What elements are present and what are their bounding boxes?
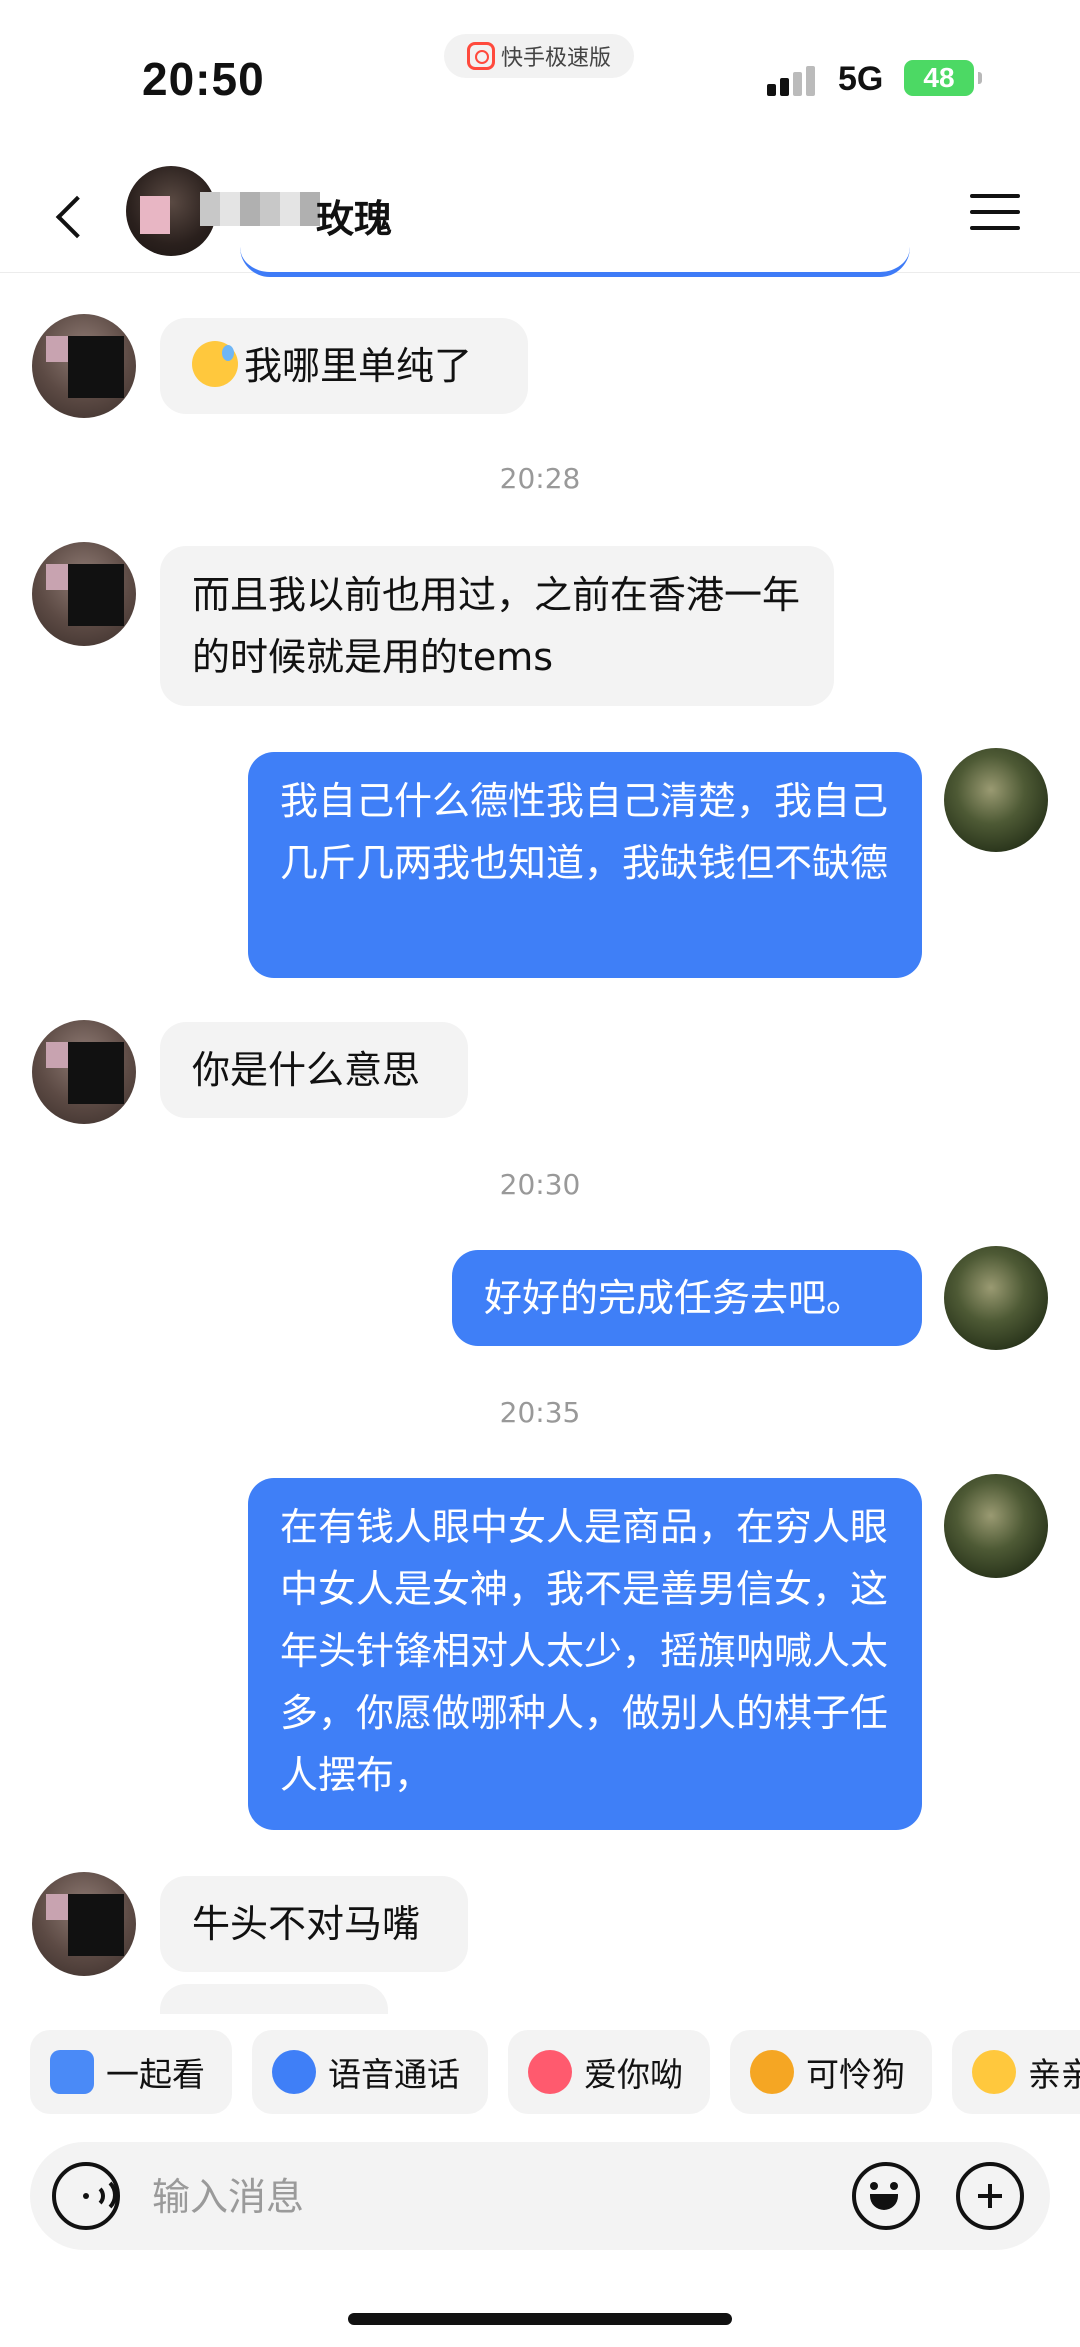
contact-avatar-small[interactable] xyxy=(32,314,136,418)
chip-pitiful-dog[interactable]: 可怜狗 xyxy=(730,2030,932,2114)
contact-avatar-small[interactable] xyxy=(32,1872,136,1976)
message-text: 牛头不对马嘴 xyxy=(192,1902,421,1946)
app-indicator-pill[interactable]: 快手极速版 xyxy=(444,34,634,78)
voice-input-button[interactable] xyxy=(52,2162,120,2230)
chip-label: 语音通话 xyxy=(328,2055,460,2094)
dog-emoji-icon xyxy=(750,2050,794,2094)
message-timestamp: 20:28 xyxy=(499,462,581,495)
message-bubble-incoming[interactable]: 我哪里单纯了 xyxy=(160,318,528,414)
menu-icon[interactable] xyxy=(970,190,1024,236)
message-text: 好好的完成任务去吧。 xyxy=(484,1276,865,1320)
message-text: 我哪里单纯了 xyxy=(244,344,473,388)
message-bubble-incoming[interactable]: 你是什么意思 xyxy=(160,1022,468,1118)
contact-name[interactable]: 玫瑰 xyxy=(316,188,392,243)
my-avatar[interactable] xyxy=(944,1474,1048,1578)
message-input-bar xyxy=(30,2142,1050,2252)
app-name: 快手极速版 xyxy=(500,46,611,71)
contact-avatar-small[interactable] xyxy=(32,1020,136,1124)
phone-icon xyxy=(272,2050,316,2094)
chip-label: 可怜狗 xyxy=(806,2055,905,2094)
watch-together-icon xyxy=(50,2050,94,2094)
chip-label: 爱你呦 xyxy=(584,2055,683,2094)
chip-love-you[interactable]: 爱你呦 xyxy=(508,2030,710,2114)
message-bubble-incoming[interactable]: 而且我以前也用过，之前在香港一年的时候就是用的tems xyxy=(160,546,834,706)
my-avatar[interactable] xyxy=(944,1246,1048,1350)
name-mosaic-censor xyxy=(200,192,320,226)
message-text: 你是什么意思 xyxy=(192,1048,421,1092)
chip-watch-together[interactable]: 一起看 xyxy=(30,2030,232,2114)
my-avatar[interactable] xyxy=(944,748,1048,852)
message-text: 在有钱人眼中女人是商品，在穷人眼中女人是女神，我不是善男信女，这年头针锋相对人太… xyxy=(280,1505,889,1797)
message-bubble-incoming[interactable]: 牛头不对马嘴 xyxy=(160,1876,468,1972)
chip-label: 一起看 xyxy=(106,2055,205,2094)
status-time: 20:50 xyxy=(142,53,265,105)
message-text: 而且我以前也用过，之前在香港一年的时候就是用的tems xyxy=(192,573,801,679)
message-timestamp: 20:30 xyxy=(499,1168,581,1201)
sweat-face-icon xyxy=(192,341,238,387)
battery-level: 48 xyxy=(923,62,955,93)
partial-message-bubble xyxy=(240,240,910,277)
chip-voice-call[interactable]: 语音通话 xyxy=(252,2030,488,2114)
cellular-signal-icon xyxy=(767,62,823,96)
voice-wave-icon xyxy=(83,2176,117,2214)
message-bubble-outgoing[interactable]: 好好的完成任务去吧。 xyxy=(452,1250,922,1346)
love-emoji-icon xyxy=(528,2050,572,2094)
chip-label: 亲亲 xyxy=(1028,2055,1080,2094)
emoji-picker-button[interactable] xyxy=(852,2162,920,2230)
status-bar: 20:50 快手极速版 5G 48 xyxy=(0,0,1080,150)
home-indicator[interactable] xyxy=(348,2313,732,2325)
message-text: 我自己什么德性我自己清楚，我自己几斤几两我也知道，我缺钱但不缺德 xyxy=(280,779,889,885)
battery-icon: 48 xyxy=(904,60,982,96)
back-button[interactable] xyxy=(44,186,104,246)
chip-hug[interactable]: 亲亲 xyxy=(952,2030,1080,2114)
hug-emoji-icon xyxy=(972,2050,1016,2094)
network-type: 5G xyxy=(838,60,884,98)
contact-avatar-small[interactable] xyxy=(32,542,136,646)
more-options-button[interactable] xyxy=(956,2162,1024,2230)
message-bubble-incoming-partial[interactable] xyxy=(160,1984,388,2014)
message-bubble-outgoing[interactable]: 我自己什么德性我自己清楚，我自己几斤几两我也知道，我缺钱但不缺德 xyxy=(248,752,922,978)
kuaishou-logo-icon xyxy=(466,42,495,70)
message-bubble-outgoing[interactable]: 在有钱人眼中女人是商品，在穷人眼中女人是女神，我不是善男信女，这年头针锋相对人太… xyxy=(248,1478,922,1830)
message-timestamp: 20:35 xyxy=(499,1396,581,1429)
message-input[interactable] xyxy=(150,2142,854,2252)
quick-action-bar: 一起看 语音通话 爱你呦 可怜狗 亲亲 xyxy=(0,2030,1080,2114)
